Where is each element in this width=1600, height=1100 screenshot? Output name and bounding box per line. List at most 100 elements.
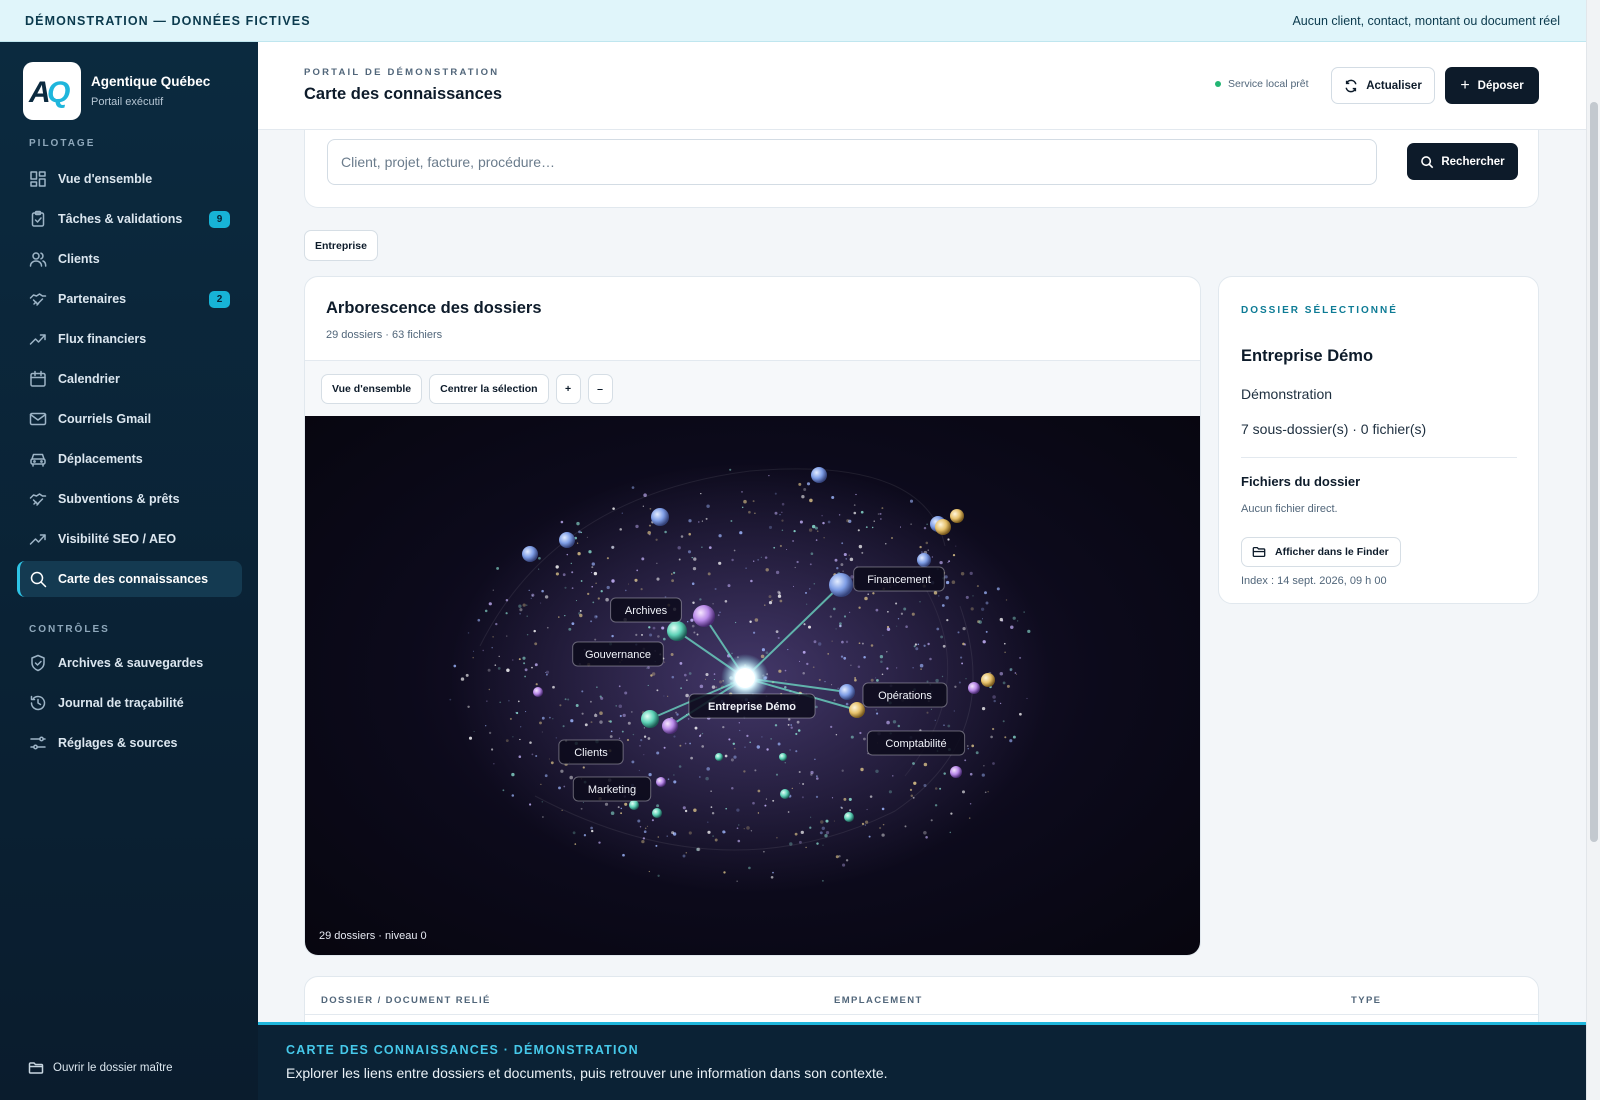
scrollbar-thumb[interactable] <box>1590 102 1598 842</box>
folder-node[interactable] <box>651 508 669 526</box>
folder-node[interactable] <box>950 509 964 523</box>
column-header-location[interactable]: EMPLACEMENT <box>834 995 923 1006</box>
show-in-finder-button[interactable]: Afficher dans le Finder <box>1241 537 1401 567</box>
sidebar-item-calendar[interactable]: Calendrier <box>17 361 242 397</box>
sidebar-item-grants[interactable]: Subventions & prêts <box>17 481 242 517</box>
sidebar-item-partners[interactable]: Partenaires 2 <box>17 281 242 317</box>
node-label-3[interactable]: Opérations <box>862 682 948 708</box>
star-particle <box>763 850 765 853</box>
sidebar-item-audit-log[interactable]: Journal de traçabilité <box>17 685 242 721</box>
star-particle <box>700 492 702 495</box>
star-particle <box>610 811 615 815</box>
folder-node[interactable] <box>780 789 790 799</box>
star-particle <box>954 685 957 688</box>
sidebar-item-archives[interactable]: Archives & sauvegardes <box>17 645 242 681</box>
sidebar-item-knowledge-map[interactable]: Carte des connaissances <box>17 561 242 597</box>
star-particle <box>606 557 609 560</box>
sidebar-item-settings[interactable]: Réglages & sources <box>17 725 242 761</box>
star-particle <box>626 738 630 742</box>
star-particle <box>558 786 561 790</box>
deposit-button[interactable]: + Déposer <box>1445 67 1539 104</box>
zoom-out-button[interactable]: – <box>587 373 613 404</box>
folder-node[interactable] <box>652 808 662 818</box>
folder-node[interactable] <box>981 673 995 687</box>
folder-node[interactable] <box>849 702 865 718</box>
folder-node[interactable] <box>935 519 951 535</box>
star-particle <box>757 559 759 561</box>
star-particle <box>728 738 731 741</box>
folder-node[interactable] <box>968 682 980 694</box>
folder-node[interactable] <box>656 777 666 787</box>
star-particle <box>563 785 566 788</box>
star-particle <box>811 524 816 529</box>
star-particle <box>624 691 628 695</box>
star-particle <box>863 737 866 741</box>
star-particle <box>647 666 650 669</box>
folder-node[interactable] <box>522 546 538 562</box>
star-particle <box>622 713 626 718</box>
sidebar-item-seo[interactable]: Visibilité SEO / AEO <box>17 521 242 557</box>
center-node[interactable] <box>735 668 755 688</box>
star-particle <box>582 801 584 803</box>
star-particle <box>1019 712 1022 716</box>
sidebar-item-clients[interactable]: Clients <box>17 241 242 277</box>
star-particle <box>739 531 743 535</box>
column-header-type[interactable]: TYPE <box>1351 995 1381 1006</box>
node-label-center[interactable]: Entreprise Démo <box>688 693 816 719</box>
center-selection-button[interactable]: Centrer la sélection <box>429 373 549 404</box>
overview-button[interactable]: Vue d'ensemble <box>321 373 423 404</box>
folder-node[interactable] <box>641 710 659 728</box>
page-scrollbar[interactable] <box>1586 0 1600 1100</box>
folder-node[interactable] <box>533 687 543 697</box>
folder-node[interactable] <box>811 467 827 483</box>
star-particle <box>983 765 985 767</box>
filter-chip-entreprise[interactable]: Entreprise <box>304 230 378 261</box>
folder-node[interactable] <box>662 718 678 734</box>
star-particle <box>698 776 701 778</box>
star-particle <box>950 812 953 815</box>
node-label-5[interactable]: Clients <box>558 739 624 765</box>
folder-node[interactable] <box>829 573 853 597</box>
star-particle <box>599 695 602 698</box>
search-button-label: Rechercher <box>1441 155 1505 168</box>
sidebar-item-finance[interactable]: Flux financiers <box>17 321 242 357</box>
star-particle <box>938 595 940 597</box>
sidebar-item-gmail[interactable]: Courriels Gmail <box>17 401 242 437</box>
folder-node[interactable] <box>693 605 715 627</box>
knowledge-graph-canvas[interactable]: Financement Archives Gouvernance Opérations… <box>305 416 1201 956</box>
column-header-document[interactable]: DOSSIER / DOCUMENT RELIÉ <box>321 995 491 1006</box>
star-particle <box>467 705 470 709</box>
refresh-button[interactable]: Actualiser <box>1331 67 1435 104</box>
star-particle <box>897 724 901 728</box>
star-particle <box>881 673 884 676</box>
star-particle <box>593 571 598 576</box>
node-label-2[interactable]: Gouvernance <box>572 641 664 667</box>
folder-node[interactable] <box>839 684 855 700</box>
knowledge-graph[interactable]: Financement Archives Gouvernance Opérations… <box>305 416 1201 956</box>
folder-node[interactable] <box>667 621 687 641</box>
node-label-4[interactable]: Comptabilité <box>866 730 966 756</box>
zoom-in-button[interactable]: + <box>555 373 581 404</box>
search-input[interactable] <box>327 139 1377 185</box>
folder-node[interactable] <box>917 553 931 567</box>
sidebar-item-travel[interactable]: Déplacements <box>17 441 242 477</box>
star-particle <box>754 769 757 772</box>
folder-node[interactable] <box>844 812 854 822</box>
star-particle <box>835 855 839 859</box>
star-particle <box>706 767 710 771</box>
brand[interactable]: A Q Agentique Québec Portail exécutif <box>23 62 210 120</box>
sidebar-item-overview[interactable]: Vue d'ensemble <box>17 161 242 197</box>
folder-node[interactable] <box>715 753 723 761</box>
folder-node[interactable] <box>559 532 575 548</box>
folder-node[interactable] <box>950 766 962 778</box>
star-particle <box>903 607 907 611</box>
sidebar-item-tasks[interactable]: Tâches & validations 9 <box>17 201 242 237</box>
node-label-0[interactable]: Financement <box>853 566 945 592</box>
node-label-6[interactable]: Marketing <box>572 776 652 802</box>
star-particle <box>655 538 658 541</box>
open-master-folder-link[interactable]: Ouvrir le dossier maître <box>28 1060 173 1076</box>
search-button[interactable]: Rechercher <box>1407 143 1518 180</box>
node-label-1[interactable]: Archives <box>610 597 682 623</box>
star-particle <box>449 698 452 701</box>
folder-node[interactable] <box>779 753 787 761</box>
